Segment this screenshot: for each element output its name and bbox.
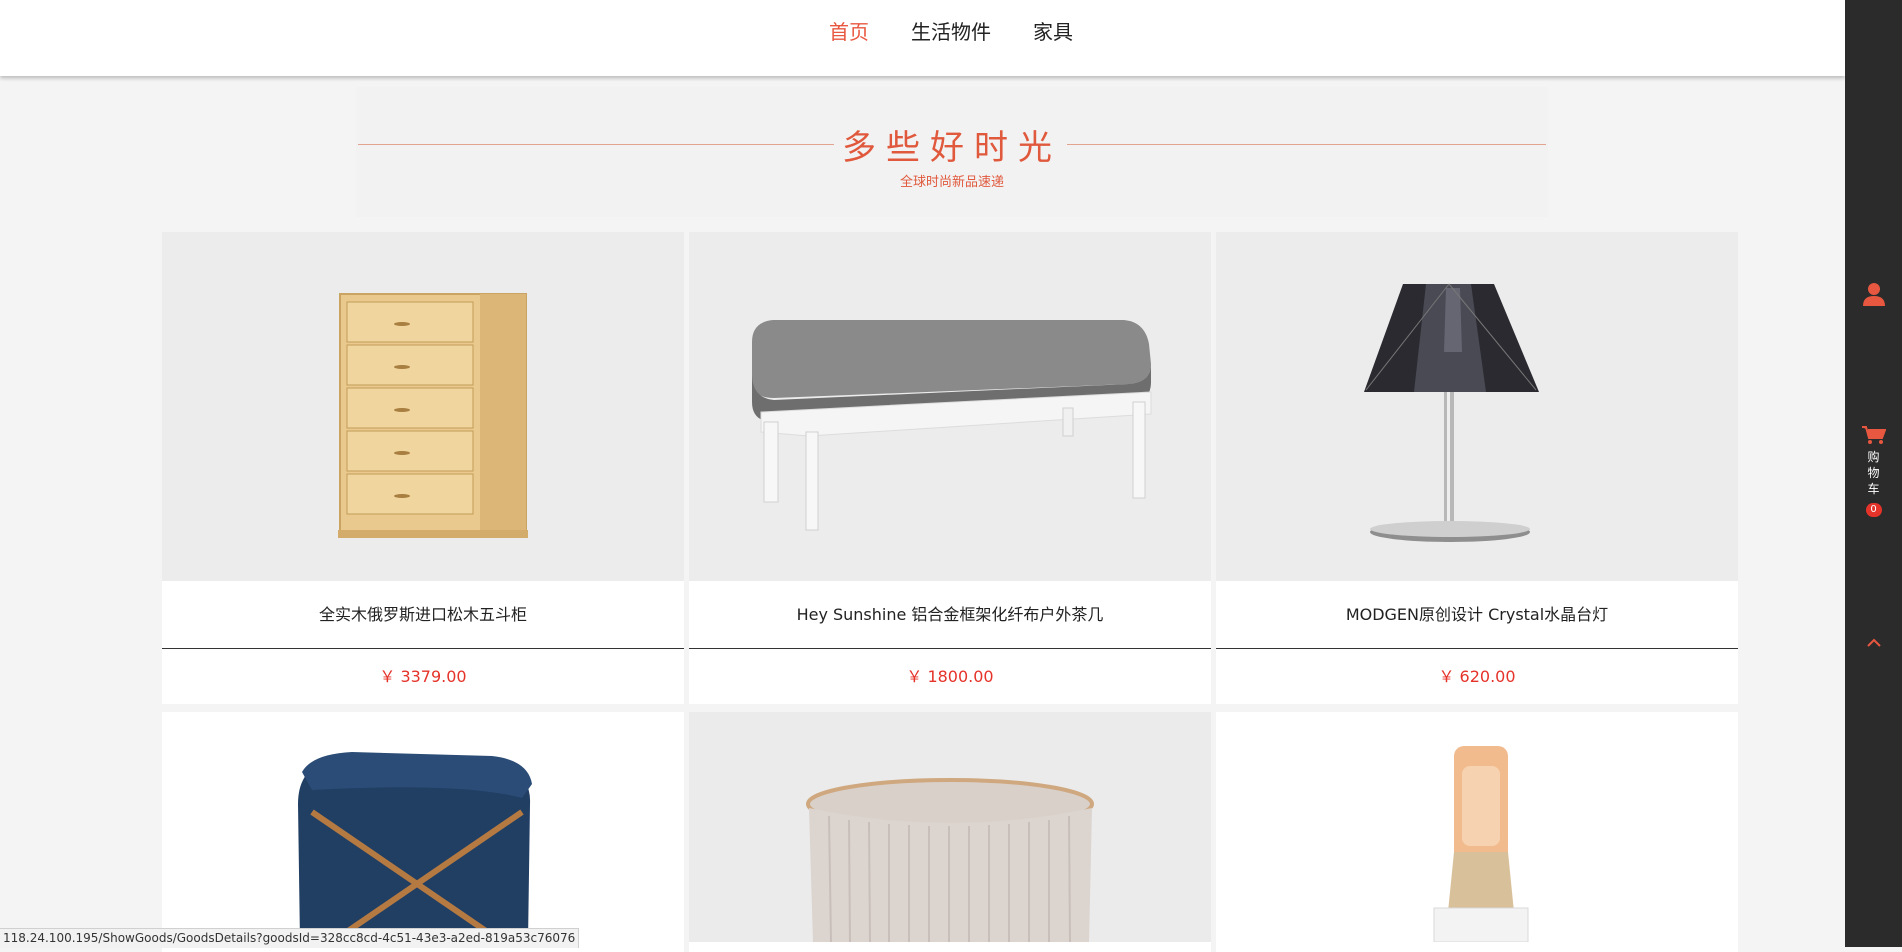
product-image[interactable] [162,232,684,581]
top-navigation: 首页 生活物件 家具 [0,0,1845,76]
crystal-lamp-image [1364,283,1539,542]
product-price: ￥ 620.00 [1216,649,1738,704]
chest-of-drawers-image [338,293,528,538]
chevron-up-icon [1866,638,1881,647]
product-card[interactable] [689,712,1211,952]
back-to-top-button[interactable] [1845,632,1902,651]
product-image[interactable] [1216,712,1738,942]
product-image[interactable] [689,712,1211,942]
user-icon [1862,283,1885,306]
section-subtitle: 全球时尚新品速递 [899,175,1004,190]
product-image[interactable] [1216,232,1738,581]
cart-icon [1861,426,1886,444]
product-card[interactable]: MODGEN原创设计 Crystal水晶台灯 ￥ 620.00 [1216,232,1738,704]
salt-lamp-image [1433,746,1529,942]
nav-home[interactable]: 首页 [829,16,869,45]
product-card[interactable]: 全实木俄罗斯进口松木五斗柜 ￥ 3379.00 [162,232,684,704]
outdoor-table-image [752,320,1152,531]
product-price: ￥ 3379.00 [162,649,684,704]
product-name[interactable]: MODGEN原创设计 Crystal水晶台灯 [1216,581,1738,649]
right-sidebar: 购物车 0 [1845,0,1902,947]
browser-status-url: 118.24.100.195/ShowGoods/GoodsDetails?go… [0,928,580,948]
laundry-basket-image [298,752,532,942]
product-card[interactable]: Hey Sunshine 铝合金框架化纤布户外茶几 ￥ 1800.00 [689,232,1211,704]
product-image[interactable] [162,712,684,942]
product-price: ￥ 1800.00 [689,649,1211,704]
cart-count-badge: 0 [1865,503,1882,517]
cart-button[interactable]: 购物车 0 [1845,425,1902,517]
section-header: 多些好时光 全球时尚新品速递 [356,87,1548,217]
product-name[interactable]: Hey Sunshine 铝合金框架化纤布户外茶几 [689,581,1211,649]
product-image[interactable] [689,232,1211,581]
cart-label: 购物车 [1867,450,1880,496]
nav-life-items[interactable]: 生活物件 [911,16,991,45]
storage-basket-image [806,778,1094,942]
section-title: 多些好时光 [842,128,1062,168]
product-name[interactable]: 全实木俄罗斯进口松木五斗柜 [162,581,684,649]
user-button[interactable] [1845,282,1902,310]
product-card[interactable] [162,712,684,952]
product-card[interactable] [1216,712,1738,952]
nav-furniture[interactable]: 家具 [1033,16,1073,45]
